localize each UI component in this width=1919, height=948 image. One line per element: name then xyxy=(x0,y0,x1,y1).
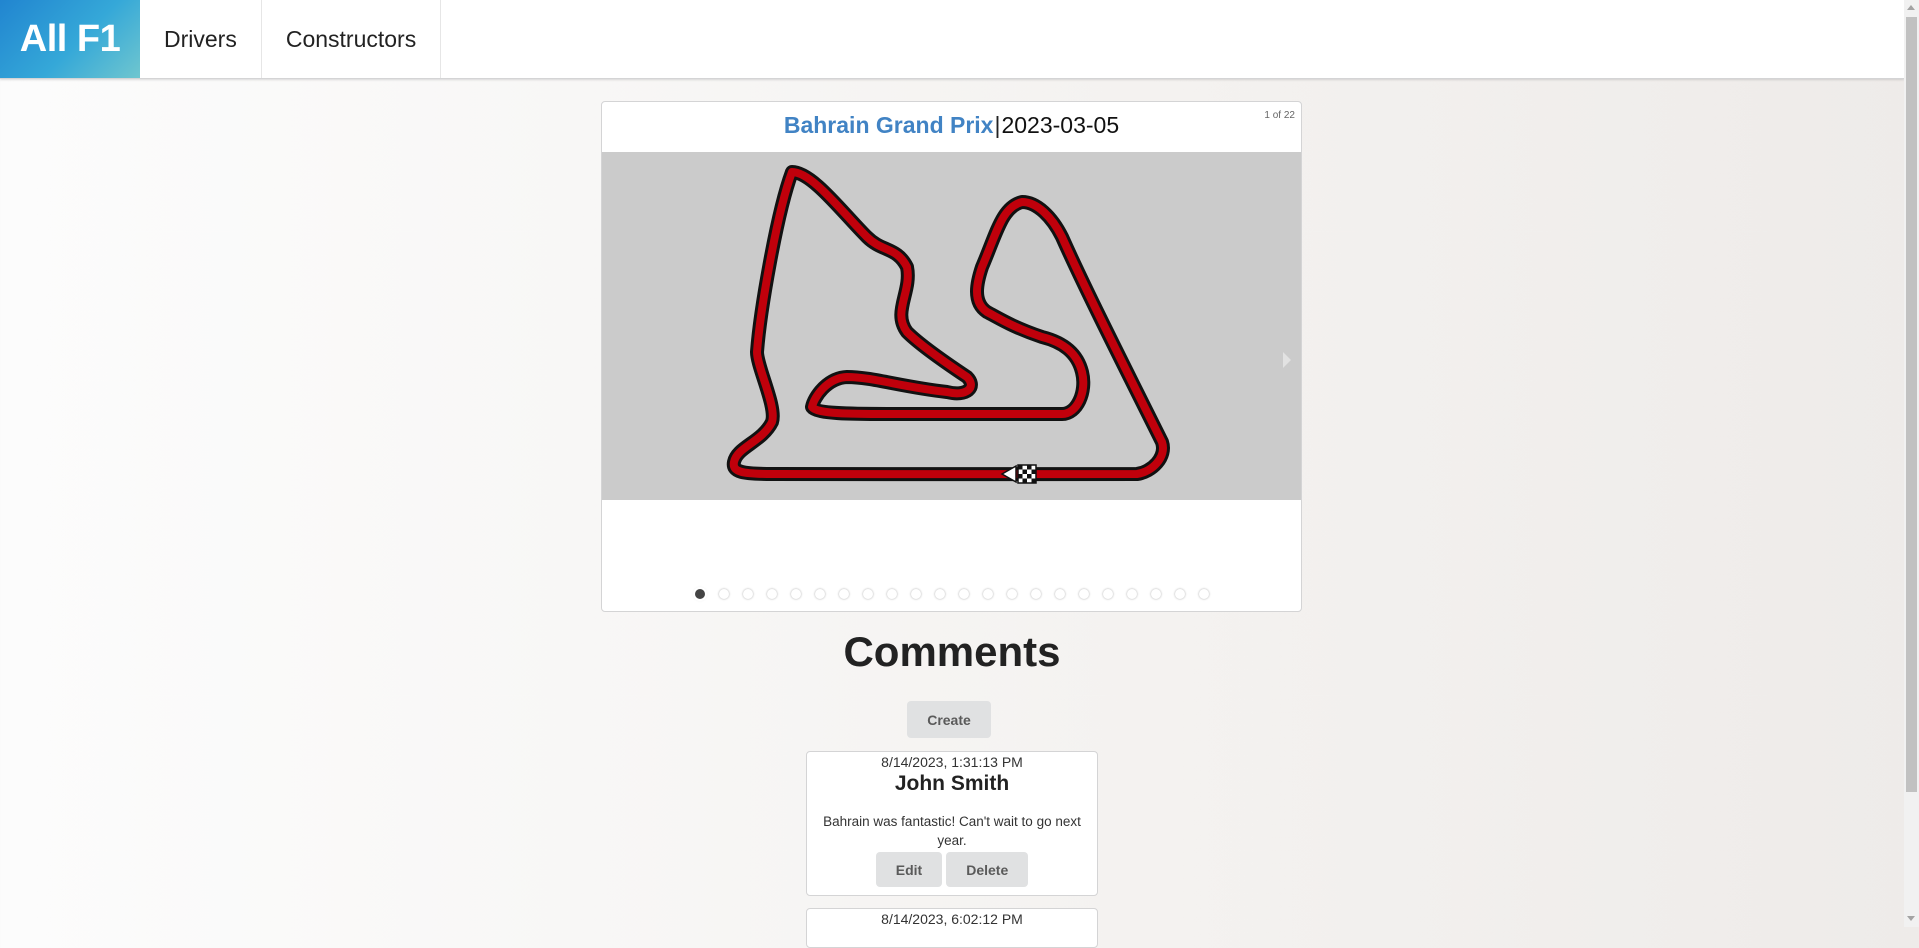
nav-item-drivers[interactable]: Drivers xyxy=(140,0,262,78)
comment-timestamp: 8/14/2023, 1:31:13 PM xyxy=(881,754,1023,770)
next-slide-arrow-icon[interactable] xyxy=(1283,352,1291,368)
circuit-layout-icon xyxy=(726,165,1170,484)
carousel-dots xyxy=(602,589,1301,601)
comment-card: 8/14/2023, 6:02:12 PM xyxy=(806,908,1098,948)
carousel-dot[interactable] xyxy=(1006,589,1017,599)
comment-author: John Smith xyxy=(894,772,1010,795)
carousel-dot[interactable] xyxy=(958,589,969,599)
scroll-down-icon[interactable] xyxy=(1907,916,1915,921)
carousel-dot[interactable] xyxy=(982,589,993,599)
page-scrollbar[interactable] xyxy=(1904,0,1919,927)
carousel-dot[interactable] xyxy=(910,589,921,599)
comment-timestamp: 8/14/2023, 6:02:12 PM xyxy=(881,911,1023,927)
carousel-dot[interactable] xyxy=(1174,589,1185,599)
carousel-dot[interactable] xyxy=(862,589,873,599)
slide-counter: 1 of 22 xyxy=(1264,110,1295,121)
top-navbar: All F1 Drivers Constructors xyxy=(0,0,1904,79)
carousel-dot[interactable] xyxy=(1054,589,1065,599)
comment-card: 8/14/2023, 1:31:13 PM John Smith Bahrain… xyxy=(806,751,1098,896)
delete-comment-button[interactable]: Delete xyxy=(946,852,1029,887)
carousel-dot[interactable] xyxy=(1030,589,1041,599)
carousel-dot[interactable] xyxy=(886,589,897,599)
scroll-thumb[interactable] xyxy=(1906,17,1917,792)
race-separator: | xyxy=(994,111,1001,138)
race-header: Bahrain Grand Prix | 2023-03-05 xyxy=(602,102,1301,150)
comment-actions: Edit Delete xyxy=(807,852,1097,887)
scroll-up-icon[interactable] xyxy=(1907,5,1915,10)
brand-logo[interactable]: All F1 xyxy=(0,0,140,78)
carousel-dot[interactable] xyxy=(1150,589,1161,599)
race-name-link[interactable]: Bahrain Grand Prix xyxy=(784,112,994,139)
carousel-dot[interactable] xyxy=(694,589,705,599)
nav-item-constructors[interactable]: Constructors xyxy=(262,0,442,78)
carousel-dot[interactable] xyxy=(838,589,849,599)
carousel-dot[interactable] xyxy=(814,589,825,599)
race-date: 2023-03-05 xyxy=(1001,111,1120,138)
carousel-dot[interactable] xyxy=(1126,589,1137,599)
create-comment-button[interactable]: Create xyxy=(907,701,991,738)
carousel-dot[interactable] xyxy=(1102,589,1113,599)
race-carousel: Bahrain Grand Prix | 2023-03-05 1 of 22 xyxy=(601,101,1302,612)
carousel-dot[interactable] xyxy=(1198,589,1209,599)
carousel-dot[interactable] xyxy=(718,589,729,599)
edit-comment-button[interactable]: Edit xyxy=(875,852,943,887)
carousel-dot[interactable] xyxy=(790,589,801,599)
track-map xyxy=(602,152,1301,500)
comments-heading: Comments xyxy=(843,628,1061,675)
carousel-dot[interactable] xyxy=(934,589,945,599)
carousel-dot[interactable] xyxy=(742,589,753,599)
carousel-dot[interactable] xyxy=(1078,589,1089,599)
comment-text: Bahrain was fantastic! Can't wait to go … xyxy=(823,814,1081,848)
carousel-dot[interactable] xyxy=(766,589,777,599)
